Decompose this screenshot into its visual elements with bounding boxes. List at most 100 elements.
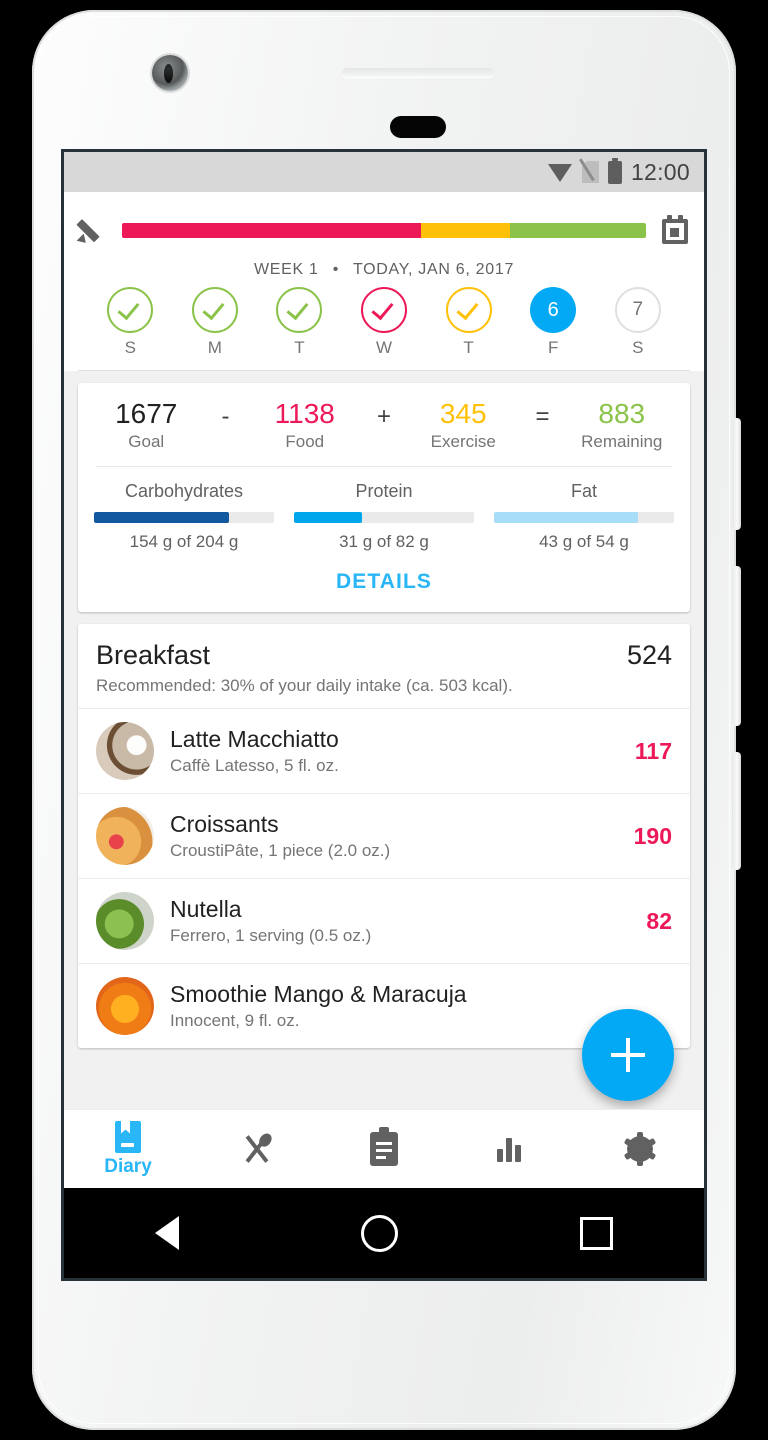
gear-icon [623, 1132, 657, 1166]
week-date-line: WEEK 1 • TODAY, JAN 6, 2017 [78, 254, 690, 281]
book-icon [115, 1120, 141, 1153]
weekday-label-1: M [207, 338, 222, 357]
progress-segment-food [122, 222, 421, 238]
status-bar: 12:00 [64, 152, 704, 192]
today-date-label: TODAY, JAN 6, 2017 [352, 261, 515, 278]
check-icon [117, 297, 140, 321]
food-item-row[interactable]: Nutella Ferrero, 1 serving (0.5 oz.) 82 [78, 878, 690, 963]
food-item-kcal: 190 [633, 822, 672, 849]
weekday-circle-0 [107, 287, 154, 333]
nav-item-clipboard[interactable] [320, 1110, 448, 1188]
calorie-value-food: 1138 [274, 398, 335, 429]
earpiece-speaker [342, 68, 494, 77]
meal-header: Breakfast 524 Recommended: 30% of your d… [78, 624, 690, 708]
weekday-label-4: T [463, 338, 474, 357]
food-thumbnail-coffee-cup-photo [96, 722, 154, 781]
phone-side-button-middle[interactable] [732, 566, 741, 726]
nav-label-diary: Diary [104, 1155, 152, 1177]
weekday-circle-5: 6 [530, 287, 577, 333]
clipboard-icon [370, 1127, 398, 1166]
nav-item-bar-chart[interactable] [448, 1110, 576, 1188]
fork-spoon-icon [239, 1131, 275, 1166]
macro-fill-fat [494, 512, 638, 524]
progress-segment-exercise [420, 222, 510, 238]
calendar-icon[interactable] [660, 215, 690, 245]
weekday-3[interactable]: W [342, 287, 427, 358]
back-triangle-icon[interactable] [155, 1216, 179, 1250]
calorie-label-exercise: Exercise [430, 432, 496, 452]
nav-item-gear[interactable] [576, 1110, 704, 1188]
macro-fill-carbohydrates [94, 512, 229, 524]
macro-label-protein: Protein [355, 481, 413, 502]
weekday-5[interactable]: 6F [511, 287, 596, 358]
calorie-cell-exercise: 345 Exercise [405, 399, 522, 452]
food-item-name: Latte Macchiatto [170, 726, 339, 753]
macro-value-carbohydrates: 154 g of 204 g [129, 532, 239, 552]
weekday-2[interactable]: T [257, 287, 342, 358]
add-entry-fab[interactable] [582, 1009, 674, 1101]
macro-track-fat [494, 512, 674, 524]
check-icon [456, 297, 479, 321]
macro-fat: Fat 43 g of 54 g [484, 481, 684, 552]
calorie-label-goal: Goal [128, 432, 165, 452]
calorie-equation-row: 1677 Goal - 1138 Food +345 Exercise = 883 Remaini… [78, 383, 690, 462]
calorie-summary-card: 1677 Goal - 1138 Food +345 Exercise = 883 Remaini… [78, 383, 690, 613]
food-item-sub: Caffè Latesso, 5 fl. oz. [170, 756, 339, 776]
details-link[interactable]: DETAILS [78, 558, 690, 612]
food-item-name: Smoothie Mango & Maracuja [170, 981, 467, 1008]
food-thumbnail-spread-bowl-photo [96, 892, 154, 951]
weekday-strip: S M T W T 6F7S [78, 281, 690, 358]
food-item-kcal: 117 [634, 737, 672, 764]
phone-screen: 12:00 WEEK 1 • TODAY, JAN 6, 2017 S M T W T 6… [64, 152, 704, 1278]
app-header: WEEK 1 • TODAY, JAN 6, 2017 S M T W T 6F7S [64, 192, 704, 371]
phone-side-button-top[interactable] [732, 418, 741, 530]
system-navigation-bar [64, 1188, 704, 1278]
meal-recommendation: Recommended: 30% of your daily intake (c… [96, 676, 513, 696]
phone-side-button-bottom[interactable] [732, 752, 741, 870]
progress-segment-remaining [509, 222, 646, 238]
date-separator: • [332, 261, 340, 278]
nav-item-fork-spoon[interactable] [192, 1110, 320, 1188]
weekday-label-2: T [294, 338, 305, 357]
food-item-row[interactable]: Croissants CroustiPâte, 1 piece (2.0 oz.)… [78, 793, 690, 878]
meal-name: Breakfast [96, 640, 211, 671]
food-item-list: Latte Macchiatto Caffè Latesso, 5 fl. oz.… [78, 708, 690, 1048]
weekday-circle-1 [191, 287, 238, 333]
food-thumbnail-juice-glasses-photo [96, 977, 154, 1036]
food-item-row[interactable]: Latte Macchiatto Caffè Latesso, 5 fl. oz.… [78, 708, 690, 793]
food-item-text: Nutella Ferrero, 1 serving (0.5 oz.) [170, 896, 630, 946]
pencil-icon[interactable] [78, 215, 108, 245]
recents-square-icon[interactable] [580, 1216, 613, 1250]
weekday-0[interactable]: S [88, 287, 173, 358]
calorie-cell-remaining: 883 Remaining [564, 399, 681, 452]
food-item-sub: Ferrero, 1 serving (0.5 oz.) [170, 926, 372, 946]
operator-cell: - [205, 399, 247, 431]
food-item-kcal: 82 [646, 907, 672, 934]
breakfast-meal-card: Breakfast 524 Recommended: 30% of your d… [78, 624, 690, 1049]
check-icon [202, 297, 225, 321]
weekday-label-6: S [632, 338, 644, 357]
front-camera [152, 55, 188, 91]
calorie-value-remaining: 883 [598, 398, 646, 429]
wifi-icon [547, 163, 573, 182]
weekday-1[interactable]: M [173, 287, 258, 358]
food-thumbnail-croissants-photo [96, 807, 154, 866]
macro-label-fat: Fat [570, 481, 597, 502]
macro-value-fat: 43 g of 54 g [539, 532, 629, 552]
weekday-label-3: W [376, 338, 393, 357]
sim-off-icon [582, 161, 599, 183]
nav-item-book[interactable]: Diary [64, 1110, 192, 1188]
macro-carbohydrates: Carbohydrates 154 g of 204 g [84, 481, 284, 552]
content-scroll-area[interactable]: 1677 Goal - 1138 Food +345 Exercise = 883 Remaini… [64, 371, 704, 1205]
macro-track-protein [294, 512, 474, 524]
equation-operator-0: - [221, 403, 230, 430]
food-item-sub: CroustiPâte, 1 piece (2.0 oz.) [170, 841, 391, 861]
food-item-sub: Innocent, 9 fl. oz. [170, 1011, 300, 1031]
bar-chart-icon [497, 1136, 527, 1162]
weekday-4[interactable]: T [426, 287, 511, 358]
weekday-6[interactable]: 7S [595, 287, 680, 358]
calorie-value-exercise: 345 [439, 398, 487, 429]
daily-progress-bar [122, 222, 646, 238]
calorie-cell-goal: 1677 Goal [88, 399, 205, 452]
home-circle-icon[interactable] [361, 1214, 398, 1252]
